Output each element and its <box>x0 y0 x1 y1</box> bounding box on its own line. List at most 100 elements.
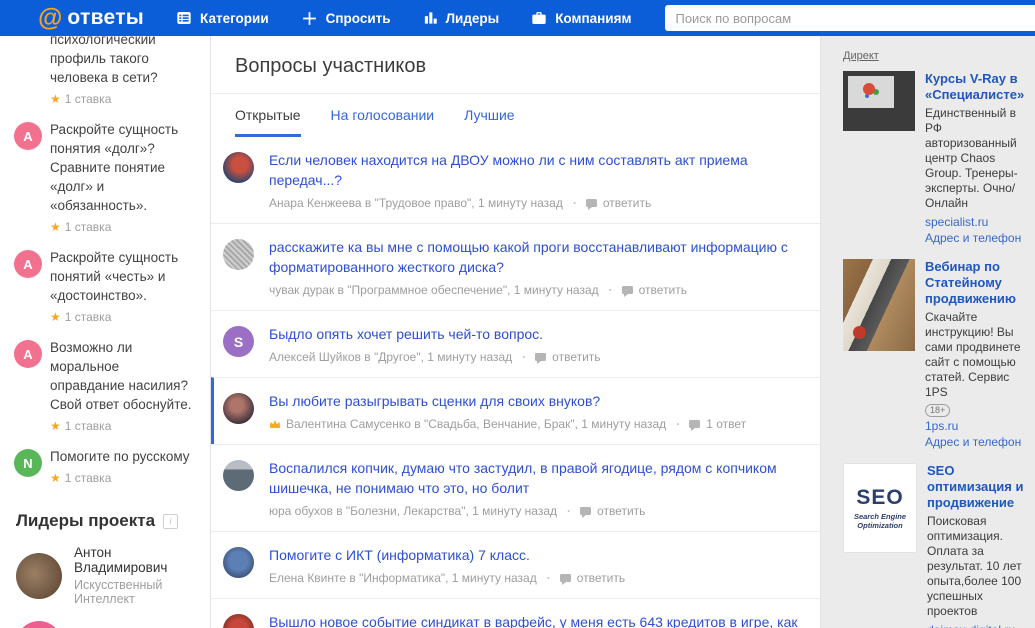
star-icon <box>50 92 65 106</box>
avatar[interactable] <box>223 239 254 270</box>
question-title-link[interactable]: Воспалился копчик, думаю что застудил, в… <box>269 458 800 498</box>
star-icon <box>50 471 65 485</box>
leaders-title: Лидеры проекта <box>16 511 155 531</box>
ad-title-link[interactable]: Курсы V-Ray в «Специалисте» <box>925 71 1035 103</box>
tab-voting[interactable]: На голосовании <box>331 107 435 137</box>
question-author-category: Елена Квинте в "Информатика", 1 минуту н… <box>269 571 537 585</box>
teaser-question-link[interactable]: психологический профиль такого человека … <box>50 36 196 87</box>
nav-label: Категории <box>200 11 269 26</box>
ad-thumb-subtext: Search Engine Optimization <box>844 512 916 530</box>
ad-item: Вебинар по Статейному продвижению Скачай… <box>843 259 1035 450</box>
question-author-category: юра обухов в "Болезни, Лекарства", 1 мин… <box>269 504 557 518</box>
question-row: расскажите ка вы мне с помощью какой про… <box>211 223 820 310</box>
search-input[interactable] <box>665 5 1035 31</box>
teaser-question-link[interactable]: Помогите по русскому <box>50 447 196 466</box>
avatar[interactable] <box>223 152 254 183</box>
tabs-bar: Открытые На голосовании Лучшие <box>211 94 820 137</box>
nav-leaders[interactable]: Лидеры <box>423 10 500 26</box>
top-header: @ ответы Категории Спросить Лидеры Компа… <box>0 0 1035 36</box>
ad-domain-link[interactable]: 1ps.ru <box>925 418 1035 434</box>
reply-action[interactable]: ответить <box>599 283 687 297</box>
stake-label: 1 ставка <box>65 310 112 324</box>
question-meta: юра обухов в "Болезни, Лекарства", 1 мин… <box>269 504 800 518</box>
question-author-category: Валентина Самусенко в "Свадьба, Венчание… <box>286 417 666 431</box>
stake-row: 1 ставка <box>50 310 196 324</box>
star-icon <box>50 220 65 234</box>
tab-open[interactable]: Открытые <box>235 107 301 137</box>
question-row: Если человек находится на ДВОУ можно ли … <box>211 137 820 223</box>
ad-thumbnail[interactable]: SEO Search Engine Optimization <box>843 463 917 553</box>
reply-label: ответить <box>577 571 625 585</box>
ad-thumbnail[interactable] <box>843 259 915 351</box>
logo[interactable]: @ ответы <box>38 6 144 31</box>
leader-item: Антон Владимирович Искусственный Интелле… <box>0 545 210 606</box>
star-icon <box>50 419 65 433</box>
avatar[interactable] <box>223 460 254 491</box>
leader-name[interactable]: Антон Владимирович <box>74 545 198 575</box>
reply-action[interactable]: ответить <box>537 571 625 585</box>
reply-label: ответить <box>639 283 687 297</box>
ad-contact-link[interactable]: Адрес и телефон <box>925 230 1035 246</box>
leader-item: M Кислый Высший разум <box>0 621 210 628</box>
ad-domain-link[interactable]: specialist.ru <box>925 214 1035 230</box>
teaser-question: A Возможно ли моральное оправдание насил… <box>0 338 210 433</box>
question-title-link[interactable]: Если человек находится на ДВОУ можно ли … <box>269 150 800 190</box>
nav-companies[interactable]: Компаниям <box>531 10 631 26</box>
avatar[interactable] <box>223 614 254 628</box>
question-title-link[interactable]: Помогите с ИКТ (информатика) 7 класс. <box>269 545 625 565</box>
question-title-link[interactable]: Вы любите разыгрывать сценки для своих в… <box>269 391 746 411</box>
question-meta: Анара Кенжеева в "Трудовое право", 1 мин… <box>269 196 800 210</box>
direct-label[interactable]: Директ <box>843 50 879 62</box>
avatar[interactable]: A <box>14 250 42 278</box>
question-title-link[interactable]: Быдло опять хочет решить чей-то вопрос. <box>269 324 601 344</box>
logo-text: ответы <box>67 6 144 30</box>
ad-domain-link[interactable]: daimax-digital.ru <box>927 622 1035 628</box>
avatar[interactable]: S <box>223 326 254 357</box>
ad-title-link[interactable]: Вебинар по Статейному продвижению <box>925 259 1035 307</box>
teaser-question-link[interactable]: Раскройте сущность понятия «долг»? Сравн… <box>50 120 196 215</box>
nav-ask[interactable]: Спросить <box>301 10 391 27</box>
reply-action[interactable]: ответить <box>512 350 600 364</box>
avatar[interactable] <box>223 547 254 578</box>
reply-action[interactable]: ответить <box>557 504 645 518</box>
avatar[interactable]: A <box>14 340 42 368</box>
question-title-link[interactable]: расскажите ка вы мне с помощью какой про… <box>269 237 800 277</box>
teaser-question-link[interactable]: Раскройте сущность понятий «честь» и «до… <box>50 248 196 305</box>
question-author-category: чувак дурак в "Программное обеспечение",… <box>269 283 599 297</box>
answers-count: 1 ответ <box>706 417 746 431</box>
reply-action[interactable]: ответить <box>563 196 651 210</box>
question-author-category: Анара Кенжеева в "Трудовое право", 1 мин… <box>269 196 563 210</box>
avatar[interactable]: M <box>16 621 62 628</box>
question-title-link[interactable]: Вышло новое событие синдикат в варфейс, … <box>269 612 800 628</box>
reply-bubble-icon <box>689 420 700 428</box>
categories-grid-icon <box>176 10 192 26</box>
briefcase-icon <box>531 10 547 26</box>
stake-row: 1 ставка <box>50 471 196 485</box>
answers-link[interactable]: 1 ответ <box>666 417 746 431</box>
avatar[interactable]: A <box>14 122 42 150</box>
tab-best[interactable]: Лучшие <box>464 107 514 137</box>
page: @ ответы Категории Спросить Лидеры Компа… <box>0 0 1035 628</box>
ad-contact-link[interactable]: Адрес и телефон <box>925 434 1035 450</box>
avatar[interactable] <box>16 553 62 599</box>
stake-row: 1 ставка <box>50 419 196 433</box>
plus-icon <box>301 10 318 27</box>
ad-description: Скачайте инструкцию! Вы сами продвинете … <box>925 310 1035 400</box>
info-icon[interactable] <box>163 514 178 529</box>
teaser-question: A Раскройте сущность понятий «честь» и «… <box>0 248 210 324</box>
stake-label: 1 ставка <box>65 220 112 234</box>
question-row: Воспалился копчик, думаю что застудил, в… <box>211 444 820 531</box>
ad-thumb-text: SEO <box>856 486 903 510</box>
teaser-question-link[interactable]: Возможно ли моральное оправдание насилия… <box>50 338 196 414</box>
reply-label: ответить <box>603 196 651 210</box>
avatar[interactable] <box>223 393 254 424</box>
nav-categories[interactable]: Категории <box>176 10 269 26</box>
question-row: Помогите с ИКТ (информатика) 7 класс. Ел… <box>211 531 820 598</box>
avatar[interactable]: N <box>14 449 42 477</box>
reply-bubble-icon <box>580 507 591 515</box>
bar-chart-icon <box>423 10 438 26</box>
ad-title-link[interactable]: SEO оптимизация и продвижение <box>927 463 1035 511</box>
ad-thumbnail[interactable] <box>843 71 915 131</box>
reply-bubble-icon <box>622 286 633 294</box>
leaders-header: Лидеры проекта <box>16 511 196 531</box>
